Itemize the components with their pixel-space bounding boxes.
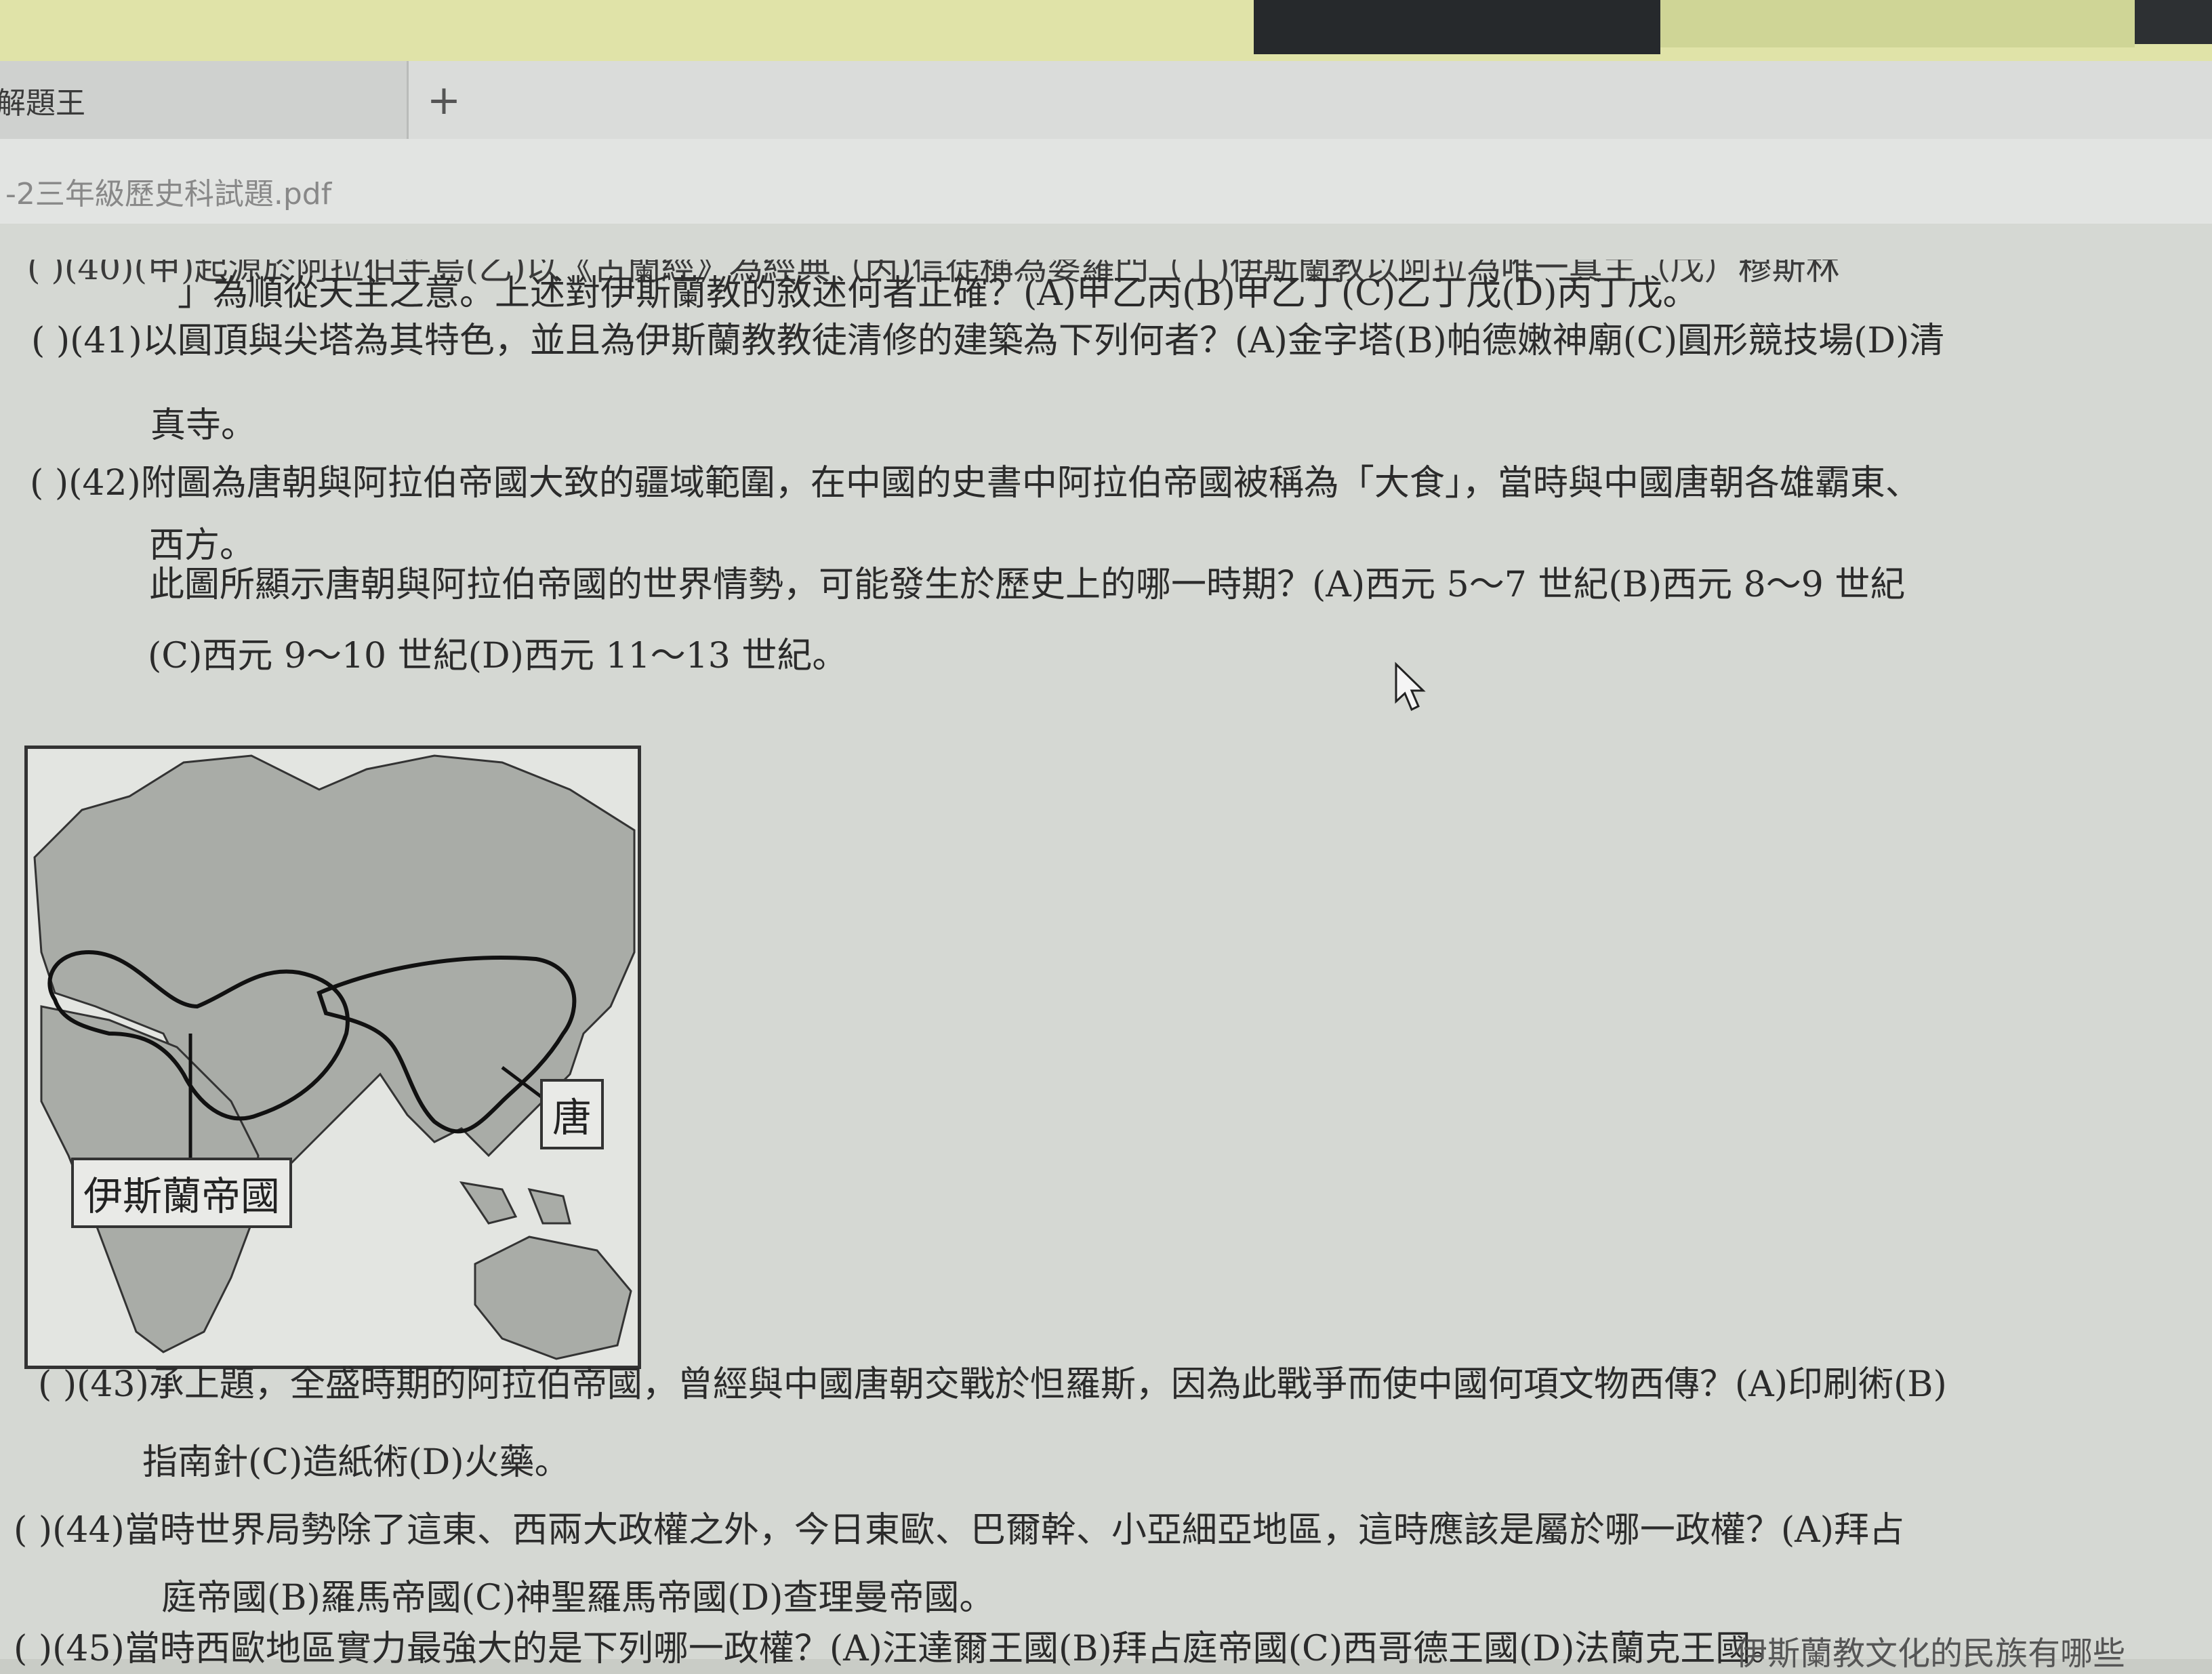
mouse-pointer-icon — [1395, 661, 1426, 712]
question-42-line-1: ( )(42)附圖為唐朝與阿拉伯帝國大致的疆域範圍，在中國的史書中阿拉伯帝國被稱… — [30, 463, 1921, 504]
document-title-bar — [0, 139, 2212, 227]
background-window-far — [2135, 0, 2212, 44]
question-44-line-2: 庭帝國(B)羅馬帝國(C)神聖羅馬帝國(D)查理曼帝國。 — [161, 1578, 995, 1618]
question-41-line-2: 真寺。 — [150, 405, 257, 446]
background-window-right — [1660, 0, 2135, 47]
question-40-line-2: 」為順從天主之意。上述對伊斯蘭教的敘述何者正確？(A)甲乙丙(B)甲乙丁(C)乙… — [178, 273, 1698, 314]
question-45-line-2: 伊斯蘭教文化的民族有哪些 — [1735, 1635, 2126, 1673]
map-label-tang: 唐 — [540, 1079, 605, 1149]
browser-tab[interactable]: 解題王 — [0, 61, 409, 139]
question-44-line-1: ( )(44)當時世界局勢除了這東、西兩大政權之外，今日東歐、巴爾幹、小亞細亞地… — [14, 1510, 1904, 1551]
question-41-line-1: ( )(41)以圓頂與尖塔為其特色，並且為伊斯蘭教教徒清修的建築為下列何者？(A… — [31, 321, 1945, 361]
question-43-line-1: ( )(43)承上題，全盛時期的阿拉伯帝國，曾經與中國唐朝交戰於怛羅斯，因為此戰… — [38, 1364, 1947, 1405]
map-label-islamic-empire: 伊斯蘭帝國 — [71, 1158, 293, 1228]
question-42-line-3: 此圖所顯示唐朝與阿拉伯帝國的世界情勢，可能發生於歷史上的哪一時期？(A)西元 5… — [149, 565, 1906, 605]
question-43-line-2: 指南針(C)造紙術(D)火藥。 — [142, 1442, 570, 1483]
map-drawing — [33, 754, 636, 1360]
question-45-line-1: ( )(45)當時西歐地區實力最強大的是下列哪一政權？(A)汪達爾王國(B)拜占… — [14, 1629, 1786, 1669]
map-figure — [24, 746, 641, 1369]
document-title: -2三年級歷史科試題.pdf — [5, 177, 332, 211]
browser-tab-bar: 解題王 + — [0, 61, 2212, 140]
southeast-asia-islands — [459, 1181, 571, 1225]
background-window-dark — [1254, 0, 1660, 54]
question-42-line-4: (C)西元 9～10 世紀(D)西元 11～13 世紀。 — [148, 636, 848, 676]
australia-landmass — [474, 1236, 632, 1360]
new-tab-button[interactable]: + — [413, 61, 474, 139]
tab-title: 解題王 — [0, 85, 85, 121]
